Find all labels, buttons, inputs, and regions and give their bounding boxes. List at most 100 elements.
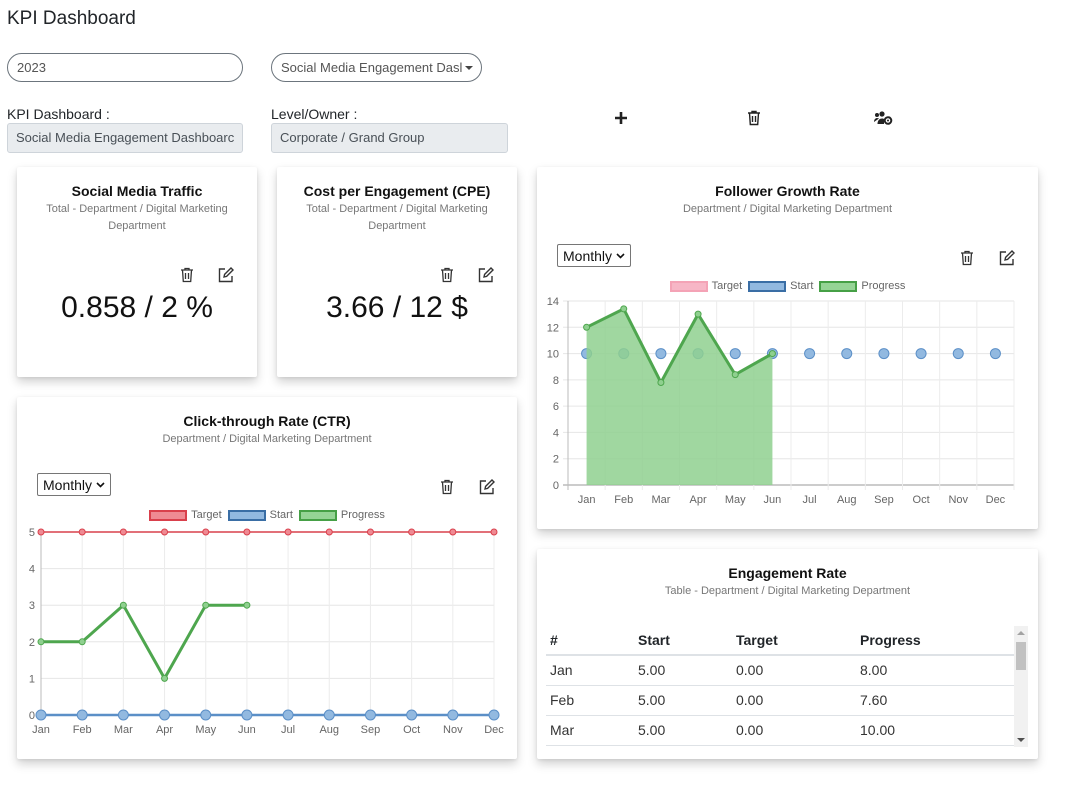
owner-field: Corporate / Grand Group [271,123,508,153]
kpi-value: 0.858 / 2 % [61,291,213,324]
legend-swatch [748,280,787,292]
engagement-table-container[interactable]: # Start Target Progress Jan 5.00 0.00 8.00 F… [546,626,1028,747]
kpi-card-social-media-traffic: Social Media Traffic Total - Department … [17,167,257,377]
delete-dashboard-button[interactable] [742,107,766,129]
card-title: Follower Growth Rate [715,183,860,199]
data-point-target [243,528,251,536]
data-point-target [325,528,333,536]
data-point-start [406,709,418,721]
legend-item-start[interactable]: Start [748,280,813,292]
data-point-start [729,348,741,360]
scrollbar-thumb[interactable] [1016,642,1026,670]
legend-swatch [227,509,266,521]
table-cell: 5.00 [634,655,732,686]
delete-kpi-button[interactable] [177,265,197,285]
legend-swatch [149,509,188,521]
data-point-target [366,528,374,536]
year-input[interactable]: 2023 [7,53,243,82]
data-point-progress [731,371,739,379]
y-tick-label: 1 [29,673,35,685]
data-point-start [488,709,500,721]
delete-chart-button[interactable] [437,477,457,497]
x-tick-label: Jan [32,724,50,736]
x-tick-label: Aug [319,724,339,736]
card-subtitle: Department / Digital Marketing Departmen… [682,203,893,215]
y-tick-label: 0 [29,710,35,722]
edit-icon [479,479,495,495]
legend-item-target[interactable]: Target [669,280,742,292]
edit-chart-button[interactable] [997,248,1017,268]
data-point-start [878,348,890,360]
x-tick-label: Apr [156,724,173,736]
column-header: Start [634,626,732,656]
data-point-start [447,709,459,721]
table-row: Mar 5.00 0.00 10.00 [546,715,1014,746]
period-select[interactable]: Monthly [37,473,112,496]
edit-icon [218,267,234,283]
kpi-card-cost-per-engagement: Cost per Engagement (CPE) Total - Depart… [277,167,517,377]
edit-kpi-button[interactable] [476,265,496,285]
trash-icon [441,267,453,283]
x-tick-label: Jul [281,724,295,736]
legend-item-progress[interactable]: Progress [298,509,385,521]
dashboard-select[interactable]: Social Media Engagement Dasl [271,53,482,82]
chevron-down-icon [96,481,105,488]
table-cell: 10.00 [856,715,1014,746]
x-tick-label: Aug [837,494,857,506]
data-point-progress [657,378,665,386]
owner-label: Level/Owner : [271,106,358,122]
kpi-card-engagement-rate: Engagement Rate Table - Department / Dig… [537,549,1038,759]
x-tick-label: Nov [948,494,968,506]
follower-growth-chart: 0 2 4 6 8 10 12 14 Jan Feb Mar Apr May Jun Jul Aug Sep Oc… [547,296,1015,506]
card-subtitle: Total - Department / Digital Marketing D… [306,203,488,232]
period-select-value: Monthly [563,247,613,264]
data-point-target [161,528,169,536]
y-tick-label: 3 [29,600,35,612]
x-tick-label: Oct [403,724,420,736]
x-tick-label: Feb [614,494,633,506]
data-point-start [323,709,335,721]
table-scrollbar[interactable] [1014,626,1028,747]
y-tick-label: 6 [553,401,559,413]
data-point-progress [583,323,591,331]
data-point-progress [161,674,169,682]
trash-icon [181,267,193,283]
scroll-down-arrow-icon[interactable] [1017,738,1025,742]
y-tick-label: 5 [29,527,35,539]
data-point-start [282,709,294,721]
data-point-target [202,528,210,536]
table-cell: Mar [546,715,634,746]
data-point-target [284,528,292,536]
card-subtitle: Total - Department / Digital Marketing D… [46,203,228,232]
add-kpi-button[interactable] [609,107,633,129]
legend-item-target[interactable]: Target [149,509,222,521]
column-header: # [546,626,634,656]
x-tick-label: Jun [764,494,782,506]
edit-kpi-button[interactable] [216,265,236,285]
period-select[interactable]: Monthly [557,244,632,267]
data-point-start [364,709,376,721]
manage-users-button[interactable] [871,107,895,129]
data-point-target [490,528,498,536]
x-tick-label: Jun [238,724,256,736]
x-tick-label: Mar [114,724,133,736]
data-point-start [200,709,212,721]
edit-chart-button[interactable] [477,477,497,497]
chart-legend: Target Start Progress [17,509,517,521]
data-point-target [119,528,127,536]
table-cell: 7.60 [856,685,1014,716]
data-point-progress [243,601,251,609]
column-header: Target [732,626,856,656]
card-title: Cost per Engagement (CPE) [303,183,491,199]
delete-chart-button[interactable] [957,248,977,268]
legend-item-start[interactable]: Start [227,509,293,521]
delete-kpi-button[interactable] [437,265,457,285]
legend-item-progress[interactable]: Progress [819,280,905,292]
data-point-start [841,348,853,360]
trash-icon [441,479,453,495]
scroll-up-arrow-icon[interactable] [1017,631,1025,635]
x-tick-label: Sep [874,494,894,506]
kpi-value: 3.66 / 12 $ [326,291,468,324]
data-point-progress [768,350,776,358]
dashboard-label: KPI Dashboard : [7,106,110,122]
